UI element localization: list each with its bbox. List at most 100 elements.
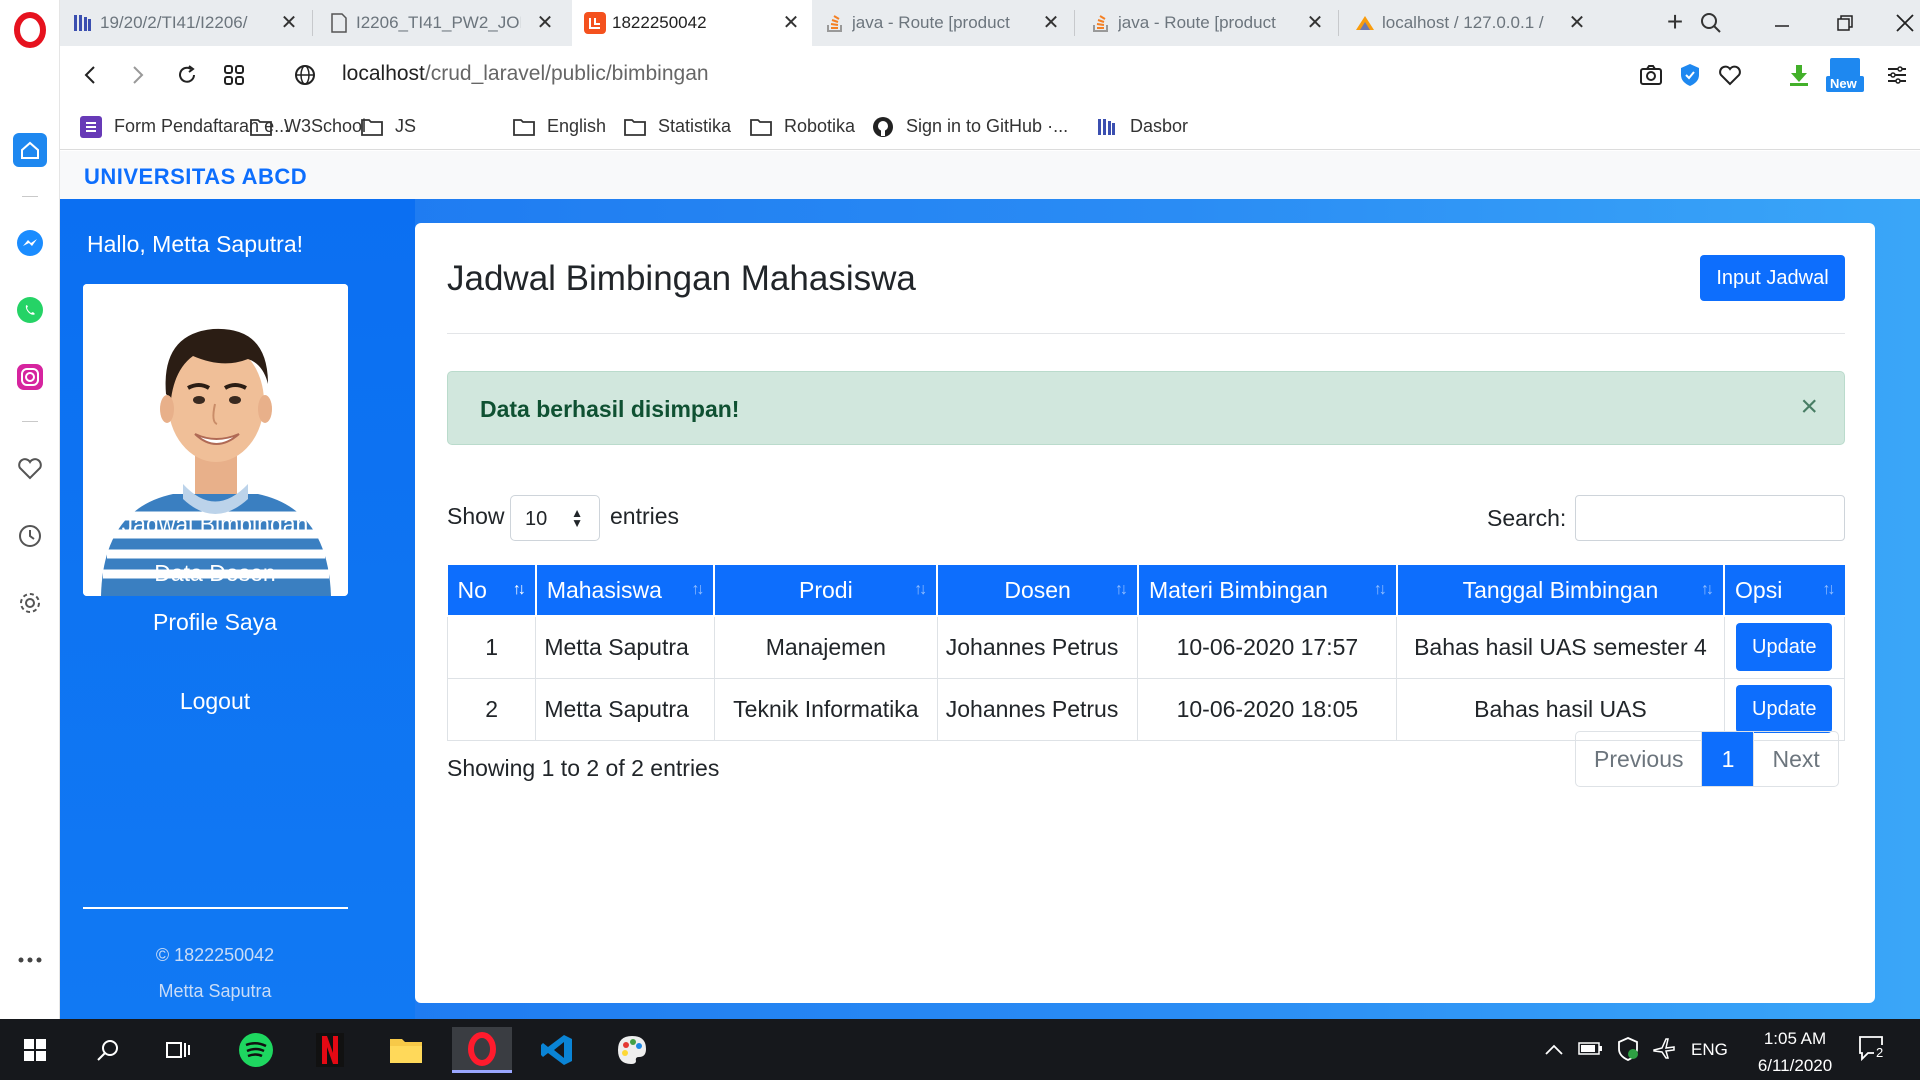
- table-row: 1 Metta Saputra Manajemen Johannes Petru…: [446, 615, 1846, 679]
- brand-title[interactable]: UNIVERSITAS ABCD: [84, 164, 307, 190]
- browser-tab[interactable]: java - Route [product ✕: [812, 0, 1072, 46]
- easy-setup-icon[interactable]: [1882, 60, 1912, 90]
- title-divider: [447, 333, 1845, 334]
- speed-dial-icon[interactable]: [13, 133, 47, 167]
- heart-icon[interactable]: [13, 452, 47, 486]
- bookmark-w3school[interactable]: W3School: [250, 116, 366, 137]
- windows-start-icon[interactable]: [5, 1027, 65, 1073]
- app-sidebar: Hallo, Metta Saputra! Jadwal Bimbingan D…: [60, 199, 415, 1019]
- column-header-mahasiswa[interactable]: Mahasiswa ↑↓: [535, 563, 716, 617]
- language-indicator[interactable]: ENG: [1691, 1040, 1728, 1060]
- cell-no: 1: [446, 615, 537, 679]
- more-icon[interactable]: [13, 943, 47, 977]
- app-page: Hallo, Metta Saputra! Jadwal Bimbingan D…: [60, 199, 1920, 1019]
- menu-profile-saya[interactable]: Profile Saya: [60, 609, 370, 636]
- bookmark-label: W3School: [284, 116, 367, 136]
- column-header-tanggal[interactable]: Tanggal Bimbingan ↑↓: [1396, 563, 1726, 617]
- forward-icon[interactable]: [122, 60, 152, 90]
- close-icon[interactable]: ✕: [278, 12, 300, 34]
- minimize-icon[interactable]: [1767, 8, 1797, 38]
- tab-title: 1822250042: [612, 13, 707, 32]
- stackoverflow-icon: [1090, 12, 1112, 34]
- search-icon[interactable]: [78, 1027, 138, 1073]
- download-icon[interactable]: [1784, 60, 1814, 90]
- extension-new-icon[interactable]: New: [1826, 58, 1864, 92]
- taskbar-clock[interactable]: 1:05 AM 6/11/2020: [1740, 1025, 1850, 1079]
- airplane-mode-icon[interactable]: [1652, 1037, 1676, 1066]
- folder-icon: [513, 117, 535, 137]
- tab-title: java - Route [product: [1118, 13, 1276, 32]
- whatsapp-icon[interactable]: [13, 293, 47, 327]
- close-icon[interactable]: ✕: [534, 12, 556, 34]
- close-icon[interactable]: ✕: [780, 12, 802, 34]
- window-close-icon[interactable]: [1890, 8, 1920, 38]
- url-field[interactable]: localhost/crud_laravel/public/bimbingan: [342, 62, 709, 86]
- search-input[interactable]: [1575, 495, 1845, 541]
- opera-taskbar-icon[interactable]: [452, 1027, 512, 1073]
- browser-tab[interactable]: I2206_TI41_PW2_JOH ✕: [316, 0, 566, 46]
- messenger-icon[interactable]: [13, 226, 47, 260]
- input-jadwal-button[interactable]: Input Jadwal: [1700, 255, 1845, 301]
- battery-icon[interactable]: [1578, 1039, 1604, 1062]
- menu-data-dosen[interactable]: Data Dosen: [60, 560, 370, 587]
- pagination-next[interactable]: Next: [1753, 732, 1837, 786]
- bookmark-statistika[interactable]: Statistika: [624, 116, 731, 137]
- logout-link[interactable]: Logout: [60, 688, 370, 715]
- menu-jadwal-bimbingan[interactable]: Jadwal Bimbingan: [60, 511, 370, 538]
- spotify-icon[interactable]: [226, 1027, 286, 1073]
- bookmark-js[interactable]: JS: [361, 116, 416, 137]
- instagram-icon[interactable]: [13, 360, 47, 394]
- notification-center-icon[interactable]: 2: [1858, 1035, 1888, 1068]
- reload-icon[interactable]: [172, 60, 202, 90]
- browser-tab[interactable]: java - Route [product ✕: [1078, 0, 1336, 46]
- update-button[interactable]: Update: [1736, 623, 1833, 672]
- history-icon[interactable]: [13, 519, 47, 553]
- file-explorer-icon[interactable]: [376, 1027, 436, 1073]
- update-button[interactable]: Update: [1736, 685, 1833, 733]
- column-header-materi[interactable]: Materi Bimbingan ↑↓: [1137, 563, 1398, 617]
- vscode-icon[interactable]: [527, 1027, 587, 1073]
- opera-logo-icon[interactable]: [12, 12, 48, 48]
- bookmark-heart-icon[interactable]: [1715, 60, 1745, 90]
- schedule-table: No ↑↓ Mahasiswa ↑↓ Prodi ↑↓ Dosen ↑↓ Materi …: [446, 563, 1846, 741]
- column-header-dosen[interactable]: Dosen ↑↓: [937, 563, 1139, 617]
- settings-icon[interactable]: [13, 586, 47, 620]
- column-header-no[interactable]: No ↑↓: [447, 563, 537, 617]
- camera-icon[interactable]: [1636, 60, 1666, 90]
- task-view-icon[interactable]: [148, 1027, 208, 1073]
- new-tab-button[interactable]: +: [1660, 8, 1690, 38]
- search-label: Search:: [1487, 505, 1567, 531]
- restore-icon[interactable]: [1830, 8, 1860, 38]
- back-icon[interactable]: [76, 60, 106, 90]
- column-header-opsi[interactable]: Opsi ↑↓: [1724, 563, 1845, 617]
- security-shield-icon[interactable]: [1616, 1037, 1640, 1066]
- close-icon[interactable]: ✕: [1304, 12, 1326, 34]
- cell-mahasiswa: Metta Saputra: [535, 615, 715, 679]
- netflix-icon[interactable]: [300, 1027, 360, 1073]
- tab-title: 19/20/2/TI41/I2206/: [100, 13, 248, 32]
- tab-grid-icon[interactable]: [219, 60, 249, 90]
- bookmark-dasbor[interactable]: Dasbor: [1096, 116, 1188, 137]
- close-icon[interactable]: ×: [1800, 390, 1818, 424]
- pagination-previous[interactable]: Previous: [1576, 732, 1701, 786]
- browser-tab[interactable]: localhost / 127.0.0.1 / ✕: [1342, 0, 1598, 46]
- bookmark-github[interactable]: Sign in to GitHub ·...: [872, 116, 1068, 137]
- tray-chevron-icon[interactable]: [1544, 1041, 1564, 1061]
- column-label: Materi Bimbingan: [1148, 576, 1328, 603]
- laravel-icon: [584, 12, 606, 34]
- browser-tab-active[interactable]: 1822250042 ✕: [572, 0, 812, 46]
- bookmark-robotika[interactable]: Robotika: [750, 116, 855, 137]
- paint-icon[interactable]: [602, 1027, 662, 1073]
- clock-time: 1:05 AM: [1763, 1029, 1827, 1048]
- adblock-shield-icon[interactable]: [1675, 60, 1705, 90]
- globe-icon[interactable]: [290, 60, 320, 90]
- entries-select[interactable]: 10 ▲ ▼: [510, 495, 600, 541]
- column-label: Prodi: [798, 576, 853, 603]
- pagination-current-page[interactable]: 1: [1701, 732, 1754, 786]
- browser-tab[interactable]: 19/20/2/TI41/I2206/ ✕: [60, 0, 310, 46]
- bookmark-english[interactable]: English: [513, 116, 606, 137]
- close-icon[interactable]: ✕: [1040, 12, 1062, 34]
- search-tabs-icon[interactable]: [1696, 8, 1726, 38]
- column-header-prodi[interactable]: Prodi ↑↓: [714, 563, 939, 617]
- close-icon[interactable]: ✕: [1566, 12, 1588, 34]
